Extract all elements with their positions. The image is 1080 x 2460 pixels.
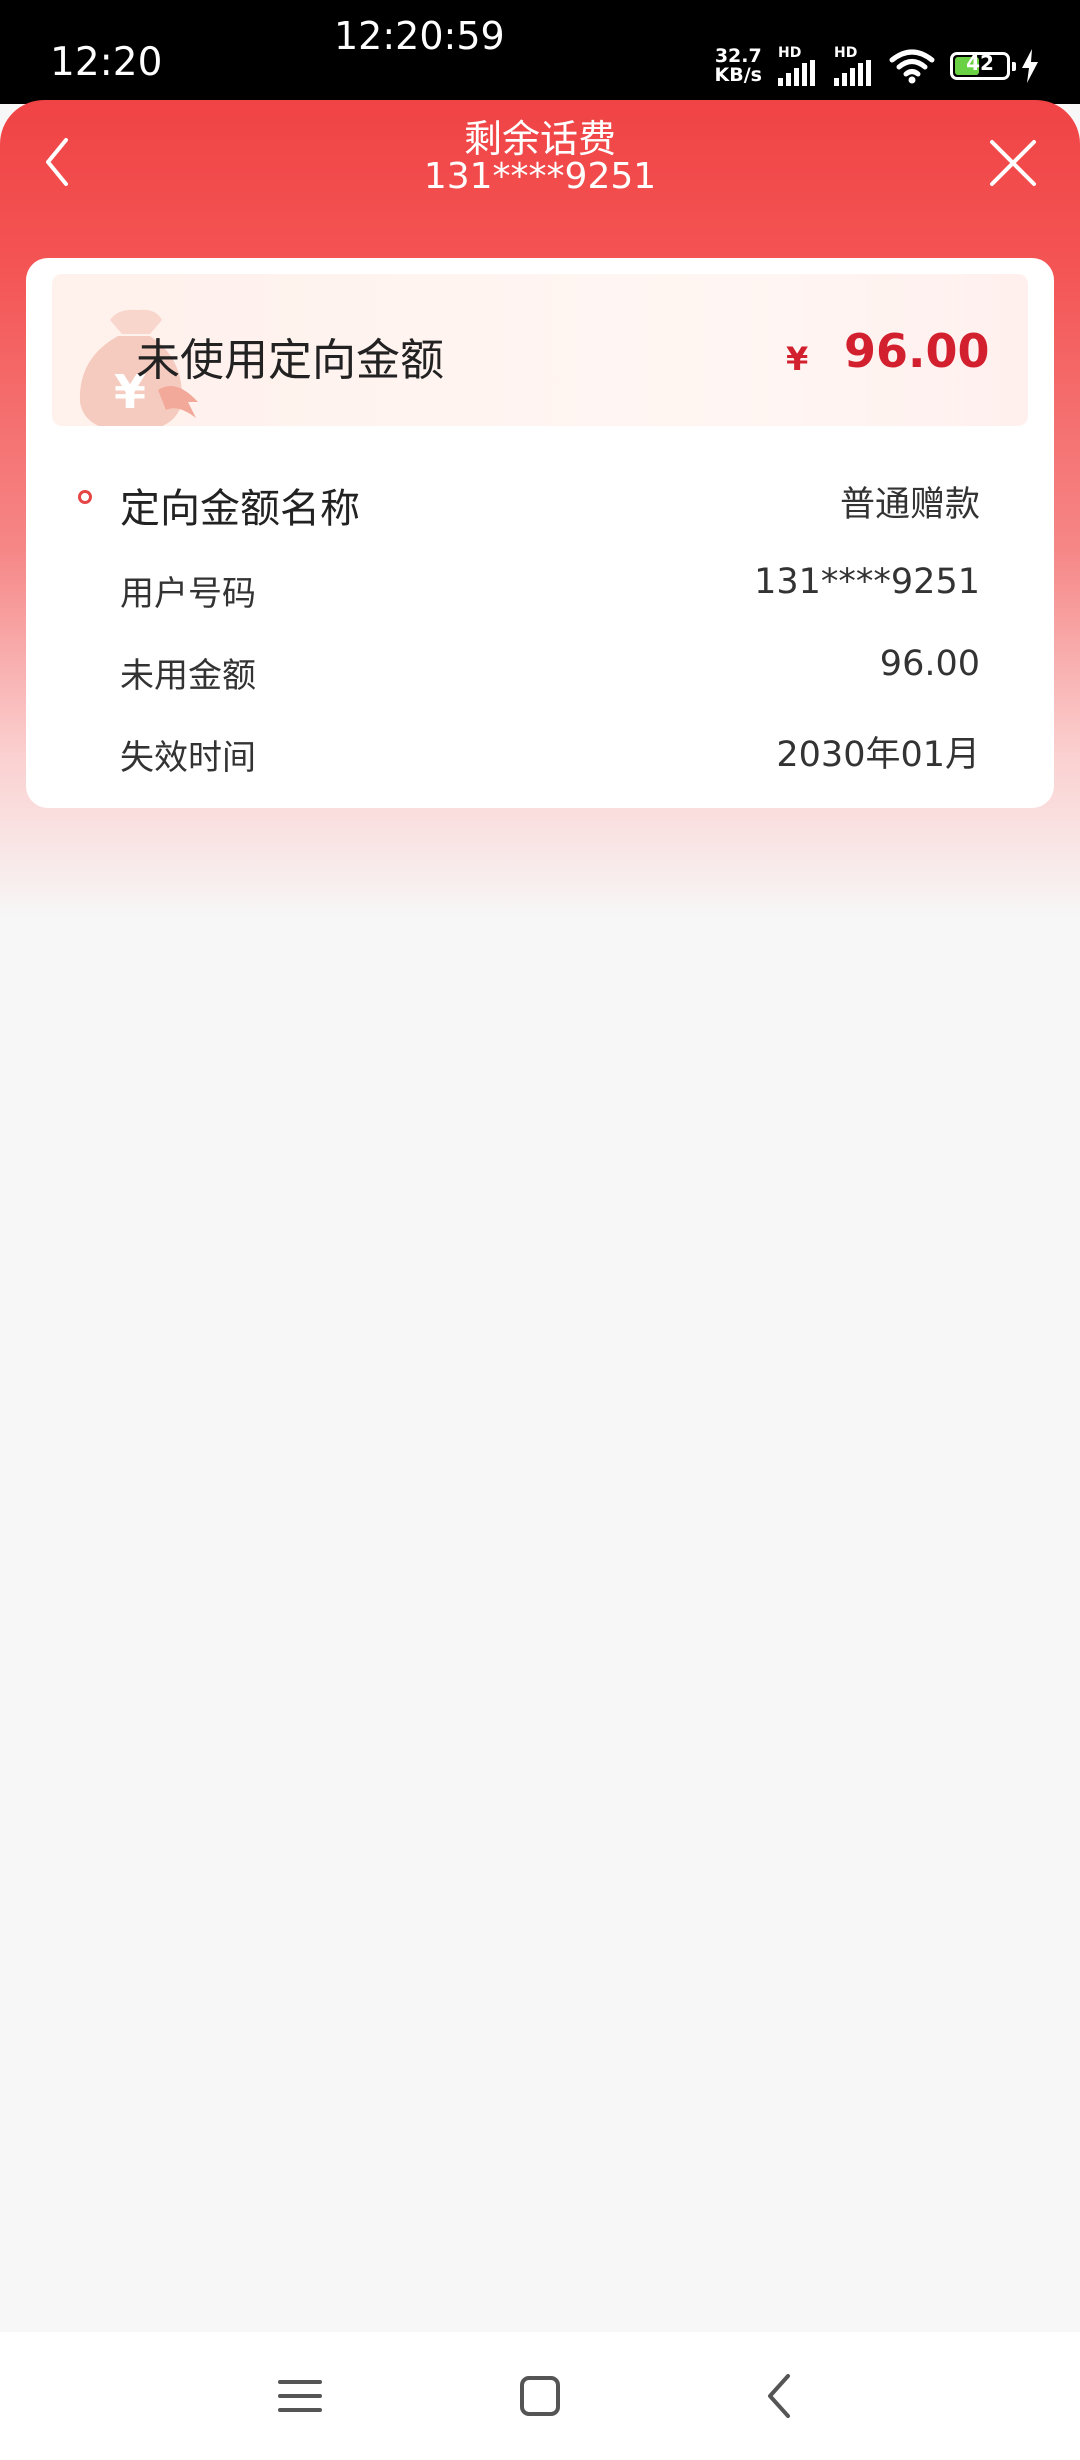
row-label-expiry: 失效时间: [120, 738, 256, 778]
page-subtitle-phone: 131****9251: [423, 156, 657, 197]
signal-icon: HD: [776, 46, 822, 86]
signal-icon-2: HD: [832, 46, 878, 86]
status-clock: 12:20:59: [334, 14, 505, 58]
detail-name-label: 定向金额名称: [120, 486, 360, 532]
status-bar: 12:20 12:20:59 32.7 KB/s HD HD 42: [0, 0, 1080, 104]
summary-banner: ¥ 未使用定向金额 ¥ 96.00: [52, 274, 1028, 426]
summary-label: 未使用定向金额: [136, 335, 444, 386]
bullet-icon: [78, 490, 92, 504]
menu-icon[interactable]: [274, 2370, 326, 2422]
wifi-icon: [889, 49, 935, 84]
home-icon[interactable]: [514, 2370, 566, 2422]
page-title: 剩余话费: [463, 117, 616, 161]
detail-name-value: 普通赠款: [839, 485, 980, 525]
close-icon[interactable]: [986, 136, 1040, 190]
system-nav-bar: [0, 2332, 1080, 2460]
status-icons: 32.7 KB/s HD HD 42: [715, 44, 1040, 88]
currency-symbol: ¥: [786, 340, 809, 378]
summary-amount: 96.00: [844, 324, 990, 378]
charging-icon: [1022, 49, 1038, 83]
status-time: 12:20: [50, 40, 163, 85]
balance-card: ¥ 未使用定向金额 ¥ 96.00 定向金额名称 普通赠款 用户号码 131**…: [26, 258, 1054, 808]
row-label-phone: 用户号码: [120, 574, 256, 614]
row-value-phone: 131****9251: [754, 562, 980, 602]
network-speed: 32.7 KB/s: [714, 45, 762, 86]
row-value-unused-amount: 96.00: [879, 644, 980, 684]
battery-icon: 42: [950, 51, 1016, 80]
back-icon[interactable]: [754, 2370, 806, 2422]
row-label-unused-amount: 未用金额: [120, 656, 256, 696]
row-value-expiry: 2030年01月: [776, 735, 980, 775]
